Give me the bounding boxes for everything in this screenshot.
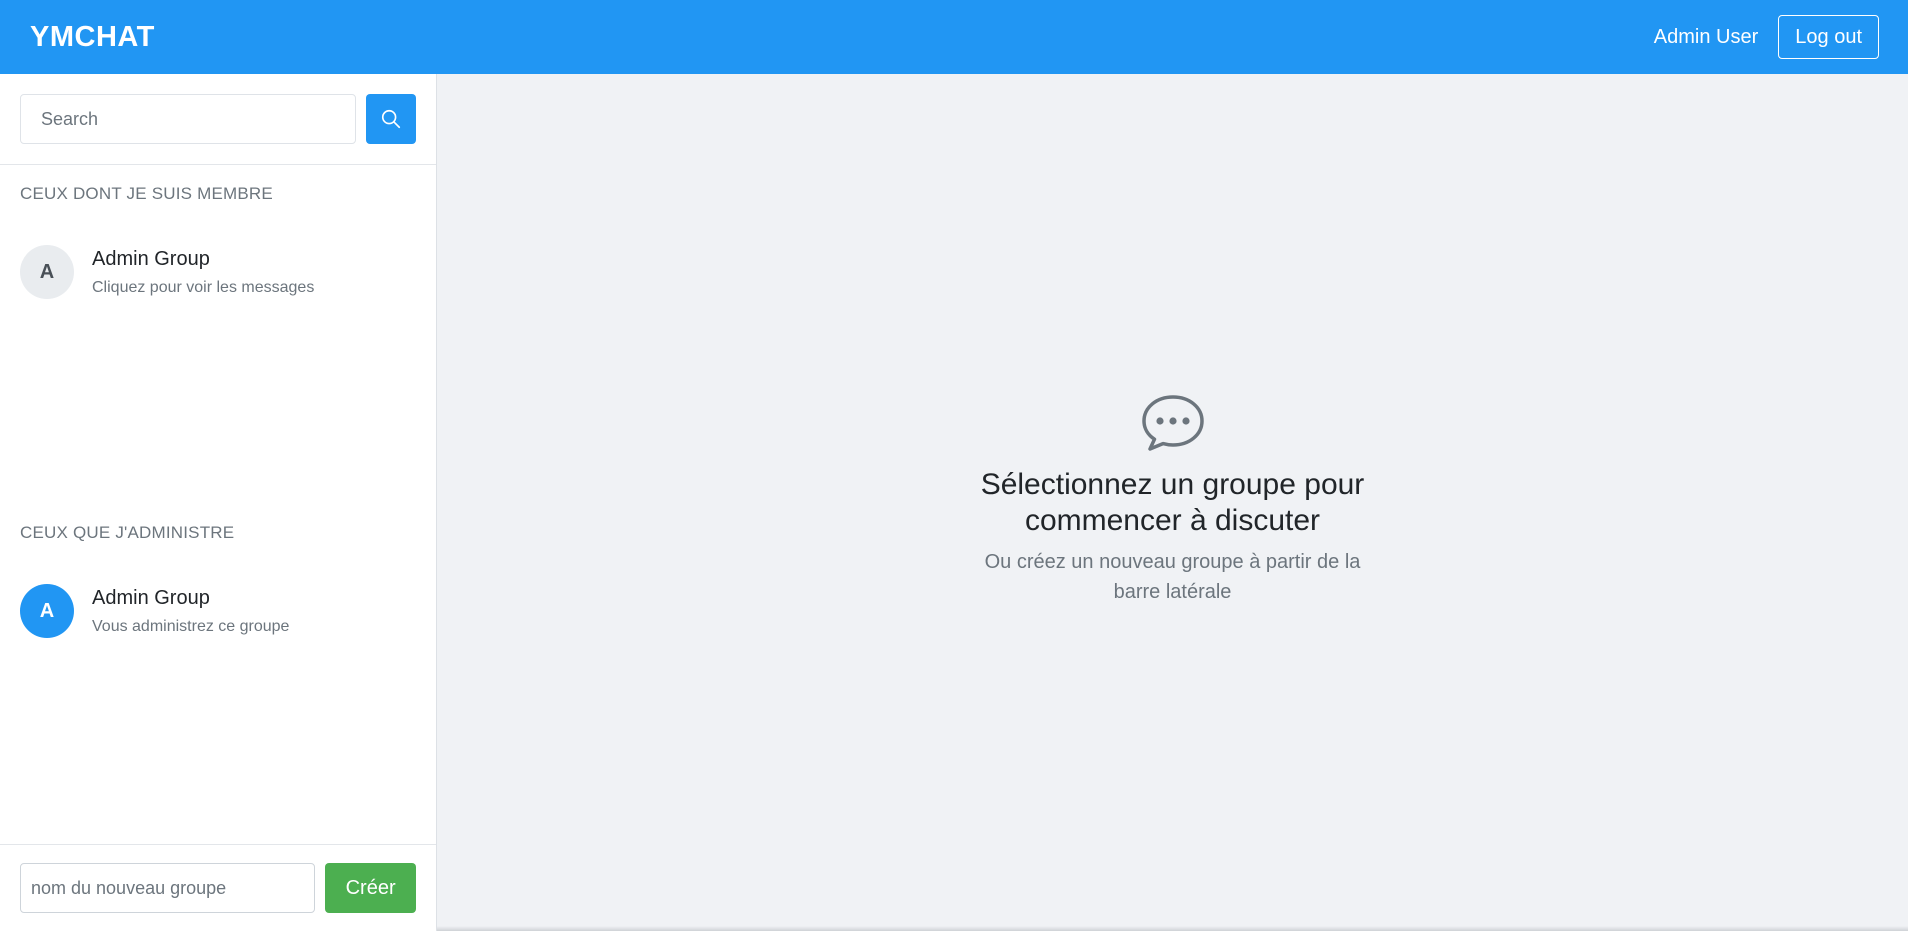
logout-button[interactable]: Log out — [1778, 15, 1879, 59]
create-group-form: Créer — [0, 844, 436, 931]
app-brand[interactable]: YMCHAT — [30, 21, 155, 54]
user-menu: Admin User Log out — [1654, 15, 1879, 59]
sidebar: CEUX DONT JE SUIS MEMBRE A Admin Group C… — [0, 74, 437, 931]
group-avatar: A — [20, 245, 74, 299]
admin-group-item[interactable]: A Admin Group Vous administrez ce groupe — [20, 583, 420, 639]
group-text: Admin Group Cliquez pour voir les messag… — [92, 247, 314, 297]
group-subtitle: Cliquez pour voir les messages — [92, 279, 315, 296]
horizontal-scrollbar[interactable] — [437, 926, 1908, 931]
top-navbar: YMCHAT Admin User Log out — [0, 0, 1908, 74]
admin-section-title: CEUX QUE J'ADMINISTRE — [20, 523, 235, 542]
search-button[interactable] — [366, 94, 416, 144]
search-icon — [381, 109, 401, 129]
empty-title-line-1: Sélectionnez un groupe pour — [980, 468, 1365, 501]
search-input[interactable] — [20, 94, 357, 144]
create-group-button[interactable]: Créer — [325, 863, 416, 913]
new-group-name-input[interactable] — [20, 863, 316, 913]
empty-sub-line-2: barre latérale — [1113, 581, 1232, 603]
chat-bubble-icon — [1141, 395, 1204, 451]
chat-panel: Sélectionnez un groupe pour commencer à … — [437, 74, 1908, 926]
group-text: Admin Group Vous administrez ce groupe — [92, 586, 289, 636]
member-section-title: CEUX DONT JE SUIS MEMBRE — [20, 184, 273, 203]
empty-title-line-2: commencer à discuter — [1024, 504, 1321, 537]
vertical-scrollbar[interactable] — [1908, 0, 1919, 931]
empty-state: Sélectionnez un groupe pour commencer à … — [437, 394, 1908, 607]
member-group-item[interactable]: A Admin Group Cliquez pour voir les mess… — [20, 244, 420, 300]
app-root: YMCHAT Admin User Log out CEUX DONT JE S… — [0, 0, 1908, 931]
empty-state-subtitle: Ou créez un nouveau groupe à partir de l… — [437, 547, 1908, 607]
empty-sub-line-1: Ou créez un nouveau groupe à partir de l… — [984, 551, 1361, 573]
group-name: Admin Group — [92, 248, 210, 270]
current-user-name: Admin User — [1653, 25, 1759, 48]
empty-state-title: Sélectionnez un groupe pour commencer à … — [437, 467, 1908, 539]
group-subtitle: Vous administrez ce groupe — [92, 618, 290, 635]
group-name: Admin Group — [92, 587, 210, 609]
search-bar — [0, 74, 436, 165]
group-avatar: A — [20, 584, 74, 638]
